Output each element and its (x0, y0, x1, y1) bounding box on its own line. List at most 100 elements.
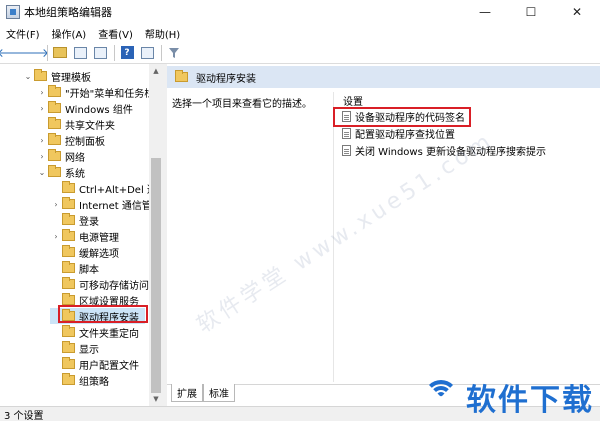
tree-item-label: "开始"菜单和任务栏 (65, 88, 155, 100)
policy-setting-icon (342, 127, 351, 139)
filter-button[interactable] (165, 44, 183, 62)
menu-action[interactable]: 操作(A) (46, 26, 93, 41)
expand-arrow-icon[interactable]: › (50, 200, 62, 209)
folder-icon (34, 69, 47, 81)
tree-item[interactable]: 可移动存储访问 (50, 276, 149, 292)
setting-label: 配置驱动程序查找位置 (355, 129, 455, 141)
maximize-button[interactable]: ☐ (508, 0, 554, 24)
toolbar-separator (114, 44, 115, 61)
folder-icon (48, 133, 61, 145)
folder-icon (48, 85, 61, 97)
tree-item[interactable]: ⌄ 系统 (36, 164, 85, 180)
tree-item[interactable]: 组策略 (50, 372, 109, 388)
scroll-down-icon[interactable]: ▼ (149, 392, 163, 406)
toolbar-separator (161, 44, 162, 61)
folder-icon (48, 101, 61, 113)
folder-icon (62, 357, 75, 369)
expand-arrow-icon[interactable]: › (36, 152, 48, 161)
brand-watermark-text: 软件下载 (466, 383, 594, 418)
properties-button[interactable] (138, 44, 156, 62)
tree-item[interactable]: › "开始"菜单和任务栏 (36, 84, 154, 100)
menu-view[interactable]: 查看(V) (92, 26, 139, 41)
pane-header-title: 驱动程序安装 (196, 73, 256, 85)
tree-item-label: 用户配置文件 (79, 360, 139, 372)
tree-item[interactable]: 用户配置文件 (50, 356, 139, 372)
folder-icon (62, 213, 75, 225)
setting-item[interactable]: 配置驱动程序查找位置 (342, 125, 455, 141)
tree-item-label: Windows 组件 (65, 104, 133, 116)
tree-item-label: 控制面板 (65, 136, 105, 148)
tree-item-label: 登录 (79, 216, 99, 228)
folder-icon (48, 117, 61, 129)
tree-item-label: 文件夹重定向 (79, 328, 139, 340)
folder-icon (175, 70, 188, 82)
tree-item[interactable]: ⌄ 管理模板 (22, 68, 91, 84)
tab-extended[interactable]: 扩展 (171, 384, 203, 402)
policy-editor-icon (6, 5, 20, 19)
folder-icon (62, 229, 75, 241)
tree-item-label: 缓解选项 (79, 248, 119, 260)
menu-file[interactable]: 文件(F) (0, 26, 46, 41)
tree-item[interactable]: › Internet 通信管 (50, 196, 152, 212)
folder-icon (62, 261, 75, 273)
up-folder-button[interactable] (51, 44, 69, 62)
tree-item-label: 网络 (65, 152, 85, 164)
description-text: 选择一个项目来查看它的描述。 (172, 99, 312, 110)
expand-arrow-icon[interactable]: › (36, 88, 48, 97)
up-folder-icon (53, 47, 67, 58)
tree-item-label: 电源管理 (79, 232, 119, 244)
toolbar: 🡐 🡒 ? (0, 42, 600, 64)
tree-item-label: 系统 (65, 168, 85, 180)
expand-arrow-icon[interactable]: ⌄ (22, 72, 34, 81)
folder-icon (62, 325, 75, 337)
show-hide-tree-button[interactable] (71, 44, 89, 62)
help-button[interactable]: ? (118, 44, 136, 62)
tree-item[interactable]: 缓解选项 (50, 244, 119, 260)
tree-scroll-thumb[interactable] (151, 158, 161, 393)
tree-item-label: 脚本 (79, 264, 99, 276)
folder-icon (62, 245, 75, 257)
tree-item[interactable]: 文件夹重定向 (50, 324, 139, 340)
help-icon: ? (120, 46, 134, 59)
close-button[interactable]: ✕ (554, 0, 600, 24)
properties-icon (140, 46, 154, 59)
tree-item-label: 组策略 (79, 376, 109, 388)
brand-watermark: 软件下载 (422, 375, 594, 419)
tree-item-label: Internet 通信管 (79, 200, 152, 212)
expand-arrow-icon[interactable]: › (36, 136, 48, 145)
expand-arrow-icon[interactable]: › (50, 232, 62, 241)
tree-item[interactable]: › 网络 (36, 148, 85, 164)
tree-item-label: Ctrl+Alt+Del 选 (79, 184, 157, 196)
tree-item[interactable]: › Windows 组件 (36, 100, 133, 116)
filter-icon (169, 47, 179, 58)
tree-item[interactable]: 脚本 (50, 260, 99, 276)
tree-item-label: 可移动存储访问 (79, 280, 149, 292)
tree-item[interactable]: Ctrl+Alt+Del 选 (50, 180, 157, 196)
folder-icon (62, 341, 75, 353)
menu-help[interactable]: 帮助(H) (139, 26, 186, 41)
folder-icon (62, 277, 75, 289)
settings-column-header[interactable]: 设置 (343, 93, 363, 108)
tree-item[interactable]: › 控制面板 (36, 132, 105, 148)
forward-button[interactable]: 🡒 (17, 44, 49, 62)
pane-header: 驱动程序安装 (167, 66, 600, 88)
title-bar: 本地组策略编辑器 — ☐ ✕ (0, 0, 600, 24)
export-list-button[interactable] (91, 44, 109, 62)
tree-item[interactable]: 显示 (50, 340, 99, 356)
tree-item[interactable]: 共享文件夹 (36, 116, 115, 132)
scroll-up-icon[interactable]: ▲ (149, 64, 163, 78)
tab-standard[interactable]: 标准 (203, 384, 235, 402)
tree-selection-highlight (58, 305, 148, 323)
folder-icon (62, 181, 75, 193)
minimize-button[interactable]: — (462, 0, 508, 24)
folder-icon (48, 165, 61, 177)
tree-item[interactable]: › 电源管理 (50, 228, 119, 244)
tree-item-label: 显示 (79, 344, 99, 356)
expand-arrow-icon[interactable]: › (36, 104, 48, 113)
tree-item-label: 共享文件夹 (65, 120, 115, 132)
expand-arrow-icon[interactable]: ⌄ (36, 168, 48, 177)
brand-logo-icon (422, 378, 462, 416)
export-list-icon (93, 46, 107, 59)
tree-item[interactable]: 登录 (50, 212, 99, 228)
folder-icon (48, 149, 61, 161)
